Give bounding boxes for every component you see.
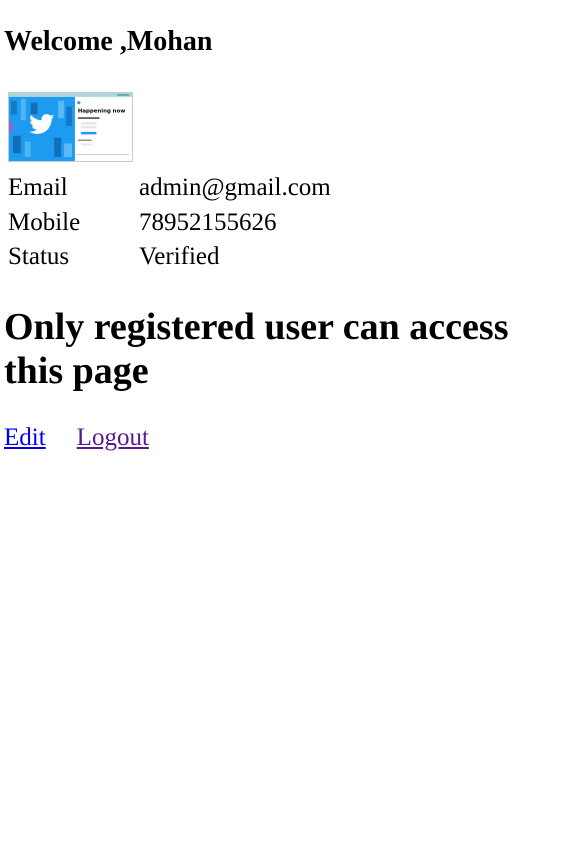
- table-row: Email admin@gmail.com: [8, 171, 331, 206]
- status-value: Verified: [139, 243, 220, 271]
- welcome-heading: Welcome ,Mohan: [4, 26, 213, 57]
- profile-image: Happening now: [8, 92, 133, 162]
- user-info-table: Email admin@gmail.com Mobile 78952155626…: [4, 171, 335, 275]
- email-label: Email: [8, 174, 68, 202]
- page: Welcome ,Mohan Happening now Email admin…: [0, 0, 569, 858]
- twitter-screenshot-thumbnail: Happening now: [9, 93, 132, 161]
- table-row: Status Verified: [8, 240, 331, 275]
- mobile-label: Mobile: [8, 208, 81, 236]
- mobile-value: 78952155626: [139, 208, 277, 236]
- email-value: admin@gmail.com: [139, 174, 331, 202]
- action-links: Edit Logout: [4, 423, 149, 453]
- table-row: Mobile 78952155626: [8, 206, 331, 241]
- status-label: Status: [8, 243, 70, 271]
- edit-link[interactable]: Edit: [4, 424, 46, 451]
- logout-link[interactable]: Logout: [77, 424, 149, 451]
- thumbnail-heading: Happening now: [78, 108, 125, 114]
- access-notice-heading: Only registered user can access this pag…: [4, 306, 509, 392]
